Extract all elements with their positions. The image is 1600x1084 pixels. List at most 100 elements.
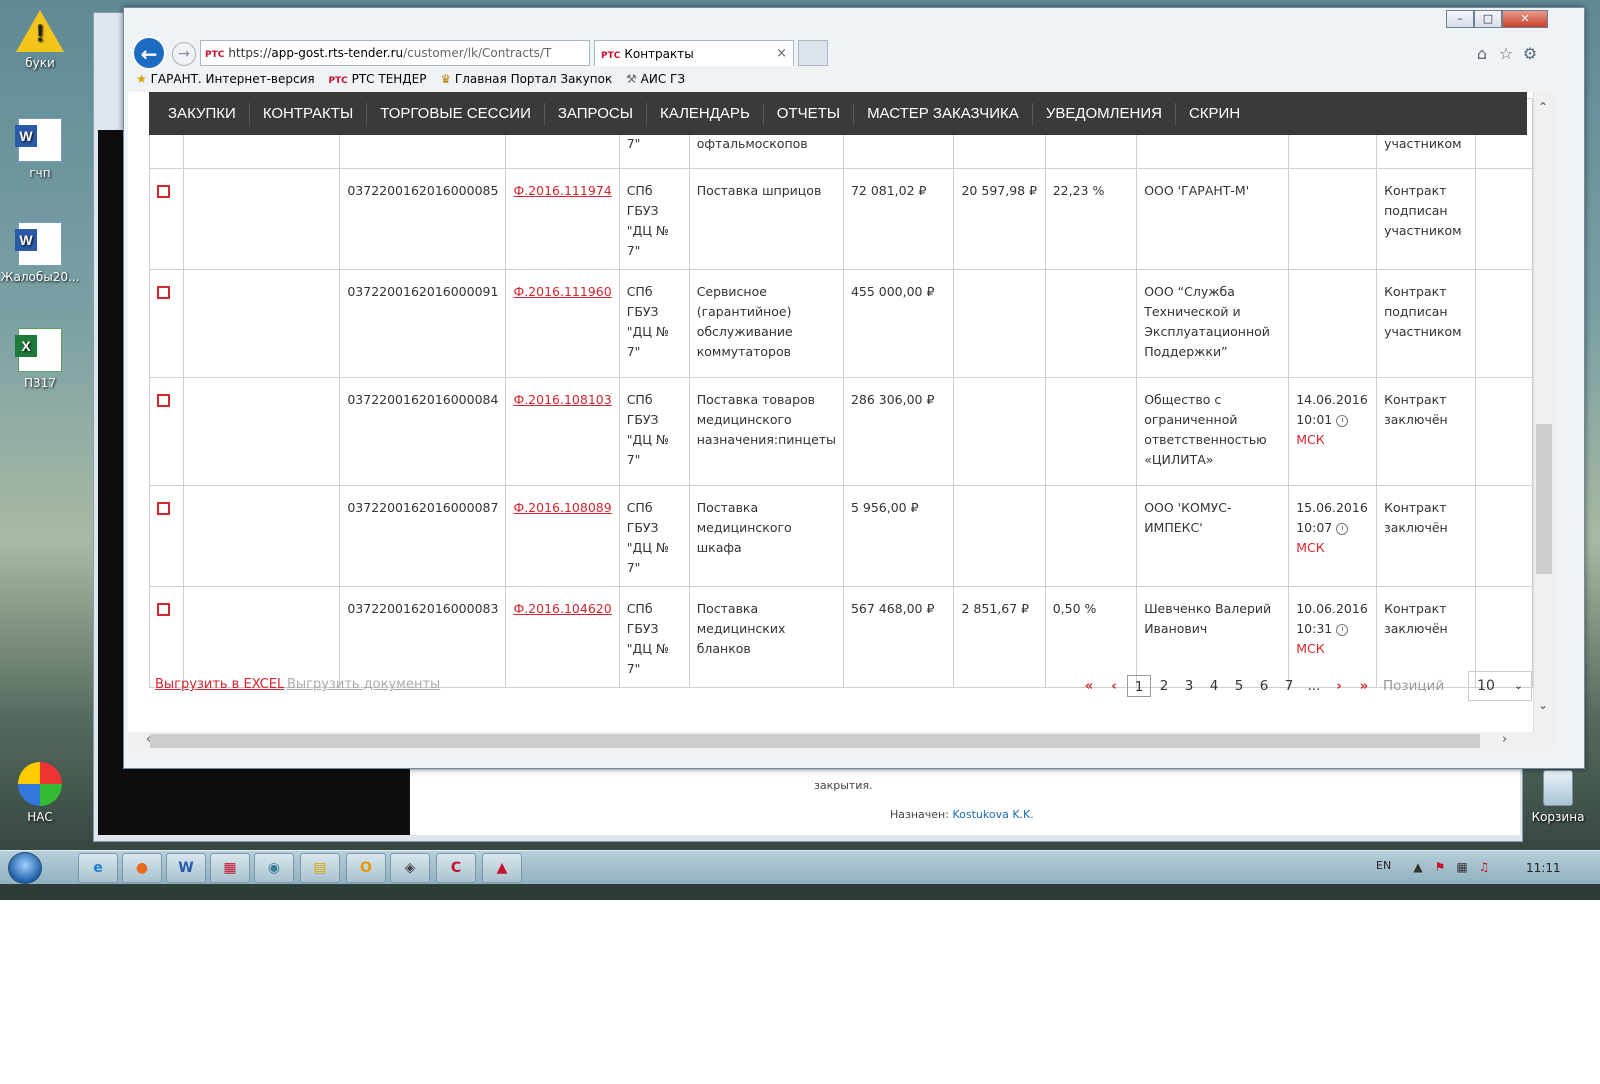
customer-cell: СПб ГБУЗ "ДЦ № 7": [618, 168, 690, 270]
nav-torgovye-sessii[interactable]: ТОРГОВЫЕ СЕССИИ: [367, 102, 545, 125]
form-link[interactable]: Ф.2016.111960: [513, 284, 611, 299]
discount-cell: [953, 485, 1046, 587]
page-6[interactable]: 6: [1252, 675, 1276, 697]
page-7[interactable]: 7: [1277, 675, 1301, 697]
assigned-value[interactable]: Kostukova K.K.: [952, 808, 1033, 821]
network-tray-icon[interactable]: ▦: [1454, 860, 1470, 876]
volume-muted-icon[interactable]: ♫: [1476, 860, 1492, 876]
timezone: МСК: [1296, 540, 1325, 555]
pagination: « ‹ 1 2 3 4 5 6 7 ... › » Позиций 10 ⌄: [1077, 671, 1533, 701]
row-checkbox[interactable]: [157, 185, 170, 198]
nav-master-zakazchika[interactable]: МАСТЕР ЗАКАЗЧИКА: [854, 102, 1033, 125]
sign-time-row: 10:07: [1296, 518, 1369, 538]
vertical-scrollbar[interactable]: ⌃ ⌄: [1533, 92, 1555, 732]
chart-app-taskbar-icon[interactable]: ▦: [210, 853, 250, 883]
nav-otchety[interactable]: ОТЧЕТЫ: [764, 102, 855, 125]
horizontal-scroll-thumb[interactable]: [150, 734, 1480, 748]
prev-page-icon[interactable]: ‹: [1102, 675, 1126, 697]
row-checkbox[interactable]: [157, 286, 170, 299]
sign-time-row: 10:31: [1296, 619, 1369, 639]
desktop-icon-recycle-bin[interactable]: Корзина: [1518, 770, 1598, 824]
start-button[interactable]: [8, 852, 42, 884]
favorite-garant[interactable]: ★ ГАРАНТ. Интернет-версия: [136, 72, 315, 86]
status-cell: Контракт заключён: [1376, 377, 1477, 486]
page-1[interactable]: 1: [1127, 675, 1151, 697]
status-cell: Контракт подписан участником: [1376, 168, 1477, 270]
vertical-scroll-thumb[interactable]: [1536, 424, 1552, 574]
horizontal-scrollbar[interactable]: ‹ ›: [128, 732, 1555, 750]
new-tab-button[interactable]: [798, 40, 828, 66]
nav-zaprosy[interactable]: ЗАПРОСЫ: [545, 102, 648, 125]
page-3[interactable]: 3: [1177, 675, 1201, 697]
nav-uvedomleniya[interactable]: УВЕДОМЛЕНИЯ: [1033, 102, 1176, 125]
network-app-taskbar-icon[interactable]: ◉: [254, 853, 294, 883]
pdf-taskbar-icon[interactable]: ▲: [482, 853, 522, 883]
form-link[interactable]: Ф.2016.104620: [513, 601, 611, 616]
show-hidden-icons-icon[interactable]: ▲: [1410, 860, 1426, 876]
desktop-icon-zhaloby[interactable]: Жалобы20...: [0, 222, 80, 284]
desktop-icon-buki[interactable]: ! буки: [0, 10, 80, 70]
sign-time: 10:31: [1296, 621, 1333, 636]
table-row: 0372200162016000085 Ф.2016.111974 СПб ГБУЗ "…: [148, 168, 1533, 270]
star-icon[interactable]: ☆: [1496, 44, 1516, 64]
subject-text: Поставка медицинского шкафа: [696, 500, 792, 555]
word-taskbar-icon[interactable]: W: [166, 853, 206, 883]
positions-label: Позиций: [1383, 678, 1445, 694]
nav-kalendar[interactable]: КАЛЕНДАРЬ: [647, 102, 764, 125]
export-excel-link[interactable]: Выгрузить в EXCEL: [155, 677, 284, 692]
maximize-button[interactable]: □: [1474, 10, 1502, 28]
export-docs-link[interactable]: Выгрузить документы: [287, 677, 440, 692]
price-value: 5 956,00 ₽: [850, 500, 919, 515]
discount-cell: [953, 269, 1046, 378]
row-checkbox[interactable]: [157, 603, 170, 616]
close-window-button[interactable]: ✕: [1502, 10, 1548, 28]
desktop-icon-gchp[interactable]: гчп: [0, 118, 80, 180]
form-link[interactable]: Ф.2016.111974: [513, 183, 611, 198]
contracts-table: "ДЦ № 7" офтальмоскопов участником 03722…: [148, 98, 1533, 688]
tab-close-button[interactable]: ×: [776, 41, 787, 67]
favorite-zakupki[interactable]: ♛ Главная Портал Закупок: [440, 72, 612, 86]
last-page-icon[interactable]: »: [1352, 675, 1376, 697]
minimize-button[interactable]: –: [1446, 10, 1474, 28]
vpn-taskbar-icon[interactable]: ◈: [390, 853, 430, 883]
supplier-cell: ООО 'ГАРАНТ-М': [1136, 168, 1290, 270]
clock[interactable]: 11:11: [1526, 861, 1561, 875]
gear-icon[interactable]: ⚙: [1520, 44, 1540, 64]
page-4[interactable]: 4: [1202, 675, 1226, 697]
assigned-row: Назначен: Kostukova K.K.: [890, 808, 1034, 821]
scroll-down-icon[interactable]: ⌄: [1538, 698, 1548, 712]
scroll-up-icon[interactable]: ⌃: [1538, 100, 1548, 114]
desktop-icon-nas[interactable]: НАС: [0, 762, 80, 824]
nav-zakupki[interactable]: ЗАКУПКИ: [155, 102, 250, 125]
form-link[interactable]: Ф.2016.108103: [513, 392, 611, 407]
page-ellipsis[interactable]: ...: [1302, 675, 1326, 697]
desktop-icon-p317[interactable]: П317: [0, 328, 80, 390]
favorite-ais[interactable]: ⚒ АИС ГЗ: [626, 72, 685, 86]
rts-taskbar-icon[interactable]: C: [436, 853, 476, 883]
firefox-taskbar-icon[interactable]: ●: [122, 853, 162, 883]
outlook-taskbar-icon[interactable]: O: [346, 853, 386, 883]
row-checkbox[interactable]: [157, 502, 170, 515]
back-button[interactable]: ←: [132, 36, 166, 70]
network-icon: [18, 762, 62, 806]
positions-select[interactable]: 10 ⌄: [1468, 671, 1533, 701]
explorer-taskbar-icon[interactable]: ▤: [300, 853, 340, 883]
page-5[interactable]: 5: [1227, 675, 1251, 697]
form-link[interactable]: Ф.2016.108089: [513, 500, 611, 515]
row-checkbox[interactable]: [157, 394, 170, 407]
next-page-icon[interactable]: ›: [1327, 675, 1351, 697]
nav-skrin[interactable]: СКРИН: [1176, 103, 1253, 125]
page-2[interactable]: 2: [1152, 675, 1176, 697]
nav-kontrakty[interactable]: КОНТРАКТЫ: [250, 102, 368, 125]
address-bar[interactable]: РТС https://app-gost.rts-tender.ru/custom…: [200, 40, 590, 66]
ie-taskbar-icon[interactable]: e: [78, 853, 118, 883]
home-icon[interactable]: ⌂: [1472, 44, 1492, 64]
favorite-rts[interactable]: РТС РТС ТЕНДЕР: [328, 72, 426, 86]
first-page-icon[interactable]: «: [1077, 675, 1101, 697]
flag-alert-icon[interactable]: ⚑: [1432, 860, 1448, 876]
customer-line: ГБУЗ: [626, 520, 659, 535]
scroll-right-icon[interactable]: ›: [1502, 732, 1507, 747]
language-indicator[interactable]: EN: [1376, 859, 1391, 872]
forward-button[interactable]: →: [172, 42, 196, 66]
tab-contracts[interactable]: РТС Контракты ×: [594, 40, 794, 66]
